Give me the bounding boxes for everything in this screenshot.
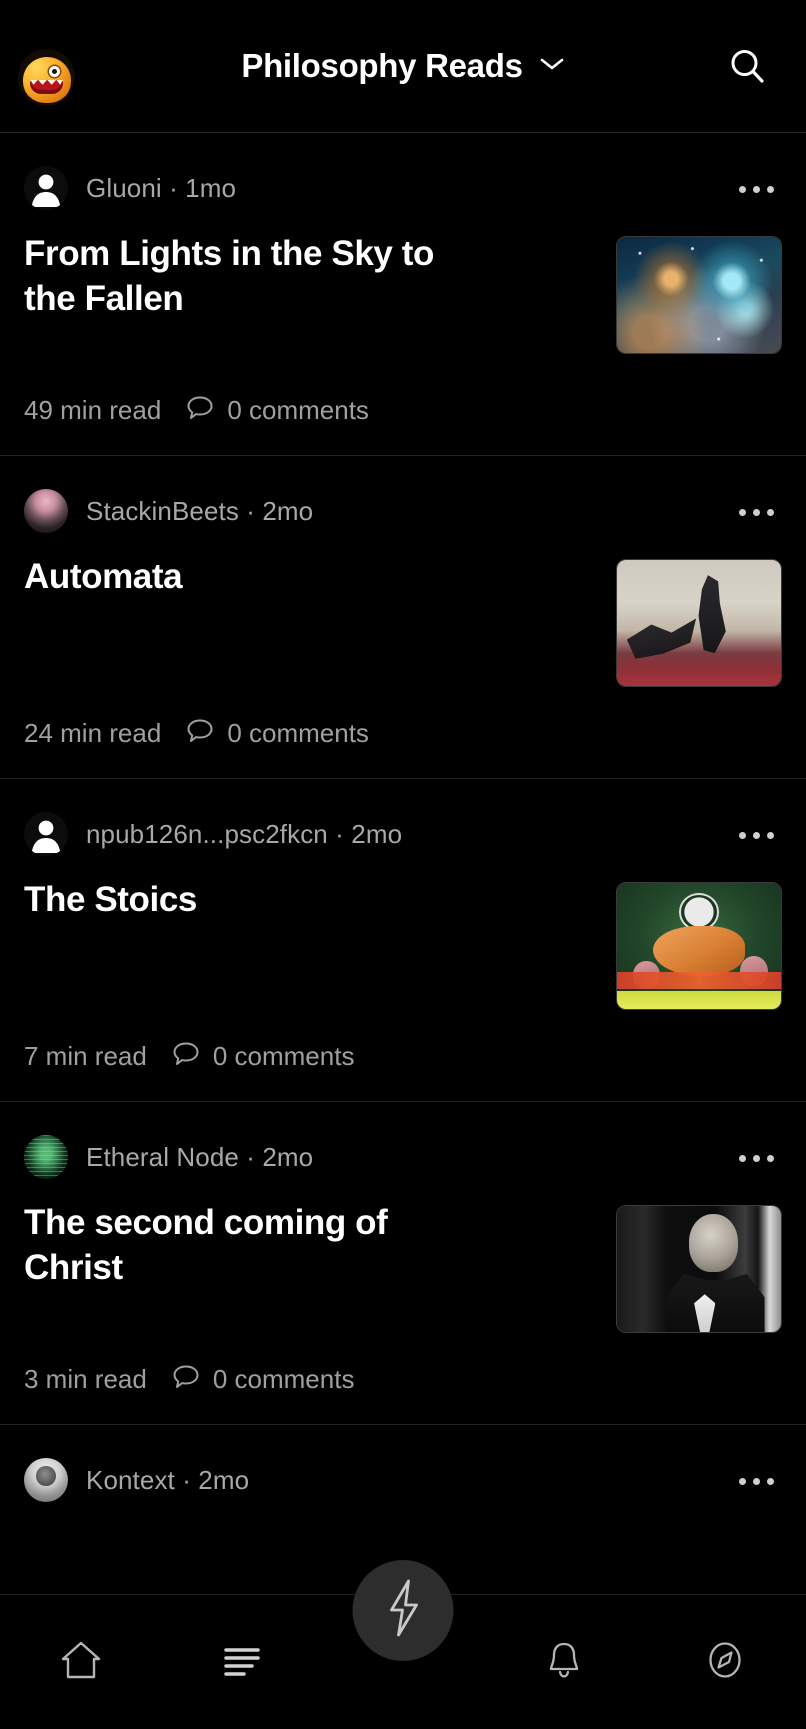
comments-count: 0 comments (212, 1041, 355, 1071)
post-body: Automata (24, 555, 782, 691)
read-time: 49 min read (24, 395, 162, 425)
portrait-head (689, 1213, 739, 1272)
post-item[interactable]: npub126n...psc2fkcn · 2mo The Stoics 7 m… (0, 779, 806, 1102)
comment-bubble-icon (171, 1038, 201, 1075)
more-options-icon[interactable] (730, 494, 782, 530)
search-icon[interactable] (726, 45, 768, 87)
lightning-bolt-icon (375, 1577, 431, 1644)
post-byline[interactable]: npub126n...psc2fkcn · 2mo (86, 819, 402, 850)
post-byline[interactable]: Kontext · 2mo (86, 1465, 249, 1496)
nav-item-home[interactable] (26, 1595, 136, 1729)
comment-bubble-icon (171, 1361, 201, 1398)
compass-icon (702, 1637, 748, 1688)
post-header: Kontext · 2mo (24, 1458, 782, 1502)
post-header: Etheral Node · 2mo (24, 1135, 782, 1179)
post-title[interactable]: The second coming of Christ (24, 1201, 504, 1291)
post-meta: 7 min read 0 comments (24, 1038, 782, 1075)
post-item[interactable]: StackinBeets · 2mo Automata 24 min read (0, 456, 806, 779)
post-feed[interactable]: Gluoni · 1mo From Lights in the Sky to t… (0, 133, 806, 1729)
more-options-icon[interactable] (730, 817, 782, 853)
comments-group[interactable]: 0 comments (171, 1038, 355, 1075)
stoics-title-band (617, 972, 781, 989)
home-icon (57, 1636, 105, 1689)
list-icon (218, 1636, 266, 1689)
person-icon[interactable] (24, 812, 68, 856)
bell-icon (541, 1637, 587, 1688)
comments-count: 0 comments (212, 1364, 355, 1394)
comments-count: 0 comments (227, 395, 369, 425)
stoics-cartoon-image (617, 883, 781, 1009)
post-byline[interactable]: Gluoni · 1mo (86, 173, 236, 204)
post-body: The second coming of Christ (24, 1201, 782, 1337)
nav-item-explore[interactable] (670, 1595, 780, 1729)
more-options-icon[interactable] (730, 1463, 782, 1499)
nav-item-articles[interactable] (187, 1595, 297, 1729)
post-byline[interactable]: Etheral Node · 2mo (86, 1142, 313, 1173)
stackinbeets-avatar[interactable] (24, 489, 68, 533)
comment-bubble-icon (185, 392, 215, 429)
stoics-floor (617, 991, 781, 1009)
read-time: 7 min read (24, 1041, 147, 1071)
post-meta: 49 min read 0 comments (24, 392, 782, 429)
person-icon[interactable] (24, 166, 68, 210)
kontext-avatar[interactable] (24, 1458, 68, 1502)
post-thumbnail[interactable] (616, 882, 782, 1010)
post-item[interactable]: Gluoni · 1mo From Lights in the Sky to t… (0, 133, 806, 456)
read-time: 24 min read (24, 718, 162, 748)
cat-figure (653, 925, 745, 977)
post-meta: 24 min read 0 comments (24, 715, 782, 752)
comments-count: 0 comments (227, 718, 369, 748)
comments-group[interactable]: 0 comments (185, 715, 369, 752)
anime-figure-image (617, 560, 781, 686)
portrait-body (666, 1274, 765, 1332)
post-thumbnail[interactable] (616, 236, 782, 354)
app-header: Philosophy Reads (0, 0, 806, 133)
post-body: From Lights in the Sky to the Fallen (24, 232, 782, 368)
nav-item-notifications[interactable] (509, 1595, 619, 1729)
post-header: StackinBeets · 2mo (24, 489, 782, 533)
portrait-photo-image (617, 1206, 781, 1332)
comment-bubble-icon (185, 715, 215, 752)
post-title[interactable]: The Stoics (24, 878, 211, 923)
header-title-group[interactable]: Philosophy Reads (0, 0, 806, 132)
comments-group[interactable]: 0 comments (171, 1361, 355, 1398)
post-thumbnail[interactable] (616, 559, 782, 687)
post-title[interactable]: From Lights in the Sky to the Fallen (24, 232, 504, 322)
app-screen: Philosophy Reads Gluoni · 1mo From Light… (0, 0, 806, 1729)
galaxy-nebula-image (617, 237, 781, 353)
comments-group[interactable]: 0 comments (185, 392, 369, 429)
read-time: 3 min read (24, 1364, 147, 1394)
post-header: npub126n...psc2fkcn · 2mo (24, 812, 782, 856)
chevron-down-icon[interactable] (539, 56, 565, 77)
post-meta: 3 min read 0 comments (24, 1361, 782, 1398)
post-header: Gluoni · 1mo (24, 166, 782, 210)
post-title[interactable]: Automata (24, 555, 196, 600)
post-body: The Stoics (24, 878, 782, 1014)
page-title: Philosophy Reads (241, 47, 523, 84)
post-byline[interactable]: StackinBeets · 2mo (86, 496, 313, 527)
zap-button[interactable] (352, 1560, 454, 1661)
post-item[interactable]: Etheral Node · 2mo The second coming of … (0, 1102, 806, 1425)
etheral-node-avatar[interactable] (24, 1135, 68, 1179)
post-thumbnail[interactable] (616, 1205, 782, 1333)
more-options-icon[interactable] (730, 171, 782, 207)
more-options-icon[interactable] (730, 1140, 782, 1176)
